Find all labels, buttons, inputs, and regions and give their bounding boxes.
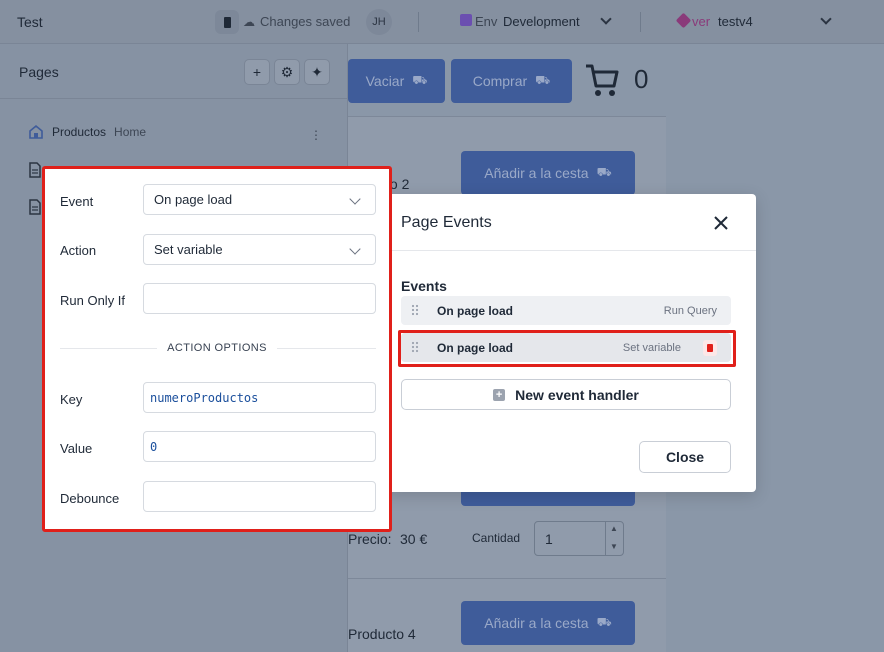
drag-handle-icon[interactable] <box>411 304 419 316</box>
divider <box>384 250 756 251</box>
chevron-up-icon[interactable]: ▲ <box>610 524 618 533</box>
cart-icon: ⛟ <box>535 73 551 87</box>
chevron-down-icon[interactable] <box>820 13 832 25</box>
page-item-productos[interactable]: Productos Home <box>28 124 146 140</box>
cart-icon <box>586 64 619 96</box>
version-icon <box>675 12 692 29</box>
divider <box>0 98 348 99</box>
debounce-field[interactable] <box>143 481 376 512</box>
highlight-box <box>398 330 736 367</box>
file-icon <box>29 199 41 215</box>
quantity-value: 1 <box>545 531 553 547</box>
page-item[interactable] <box>28 162 42 178</box>
chevron-down-icon[interactable]: ▼ <box>610 542 618 551</box>
version-selector[interactable]: testv4 <box>718 14 753 29</box>
file-icon <box>29 162 41 178</box>
event-action: Run Query <box>663 305 717 317</box>
new-event-handler-button[interactable]: + New event handler <box>401 379 731 410</box>
button-label: New event handler <box>515 386 639 403</box>
close-button[interactable]: Close <box>639 441 731 473</box>
divider <box>418 12 419 32</box>
chevron-down-icon[interactable] <box>600 13 612 25</box>
action-value: Set variable <box>154 242 223 257</box>
top-bar: Test ☁ Changes saved JH Env Development … <box>0 0 884 44</box>
app-title: Test <box>17 14 43 30</box>
button-label: Añadir a la cesta <box>484 165 589 181</box>
cart-count: 0 <box>634 64 649 94</box>
save-icon[interactable] <box>215 10 239 34</box>
event-handler-item[interactable]: On page load Run Query <box>401 296 731 325</box>
run-only-if-field[interactable] <box>143 283 376 314</box>
divider <box>640 12 641 32</box>
page-events-modal: Page Events Events On page load Run Quer… <box>384 194 756 492</box>
run-only-if-label: Run Only If <box>60 293 126 308</box>
page-item[interactable] <box>28 199 42 215</box>
env-label: Env <box>475 14 498 29</box>
pin-icon[interactable]: ✦ <box>304 59 330 85</box>
page-name: Productos <box>52 125 107 139</box>
chevron-down-icon <box>349 193 361 205</box>
event-editor-popover: Event On page load Action Set variable R… <box>42 166 392 532</box>
quantity-label: Cantidad <box>472 531 521 545</box>
add-to-cart-button[interactable]: Añadir a la cesta ⛟ <box>461 601 635 645</box>
plus-icon: + <box>493 388 506 401</box>
home-badge: Home <box>114 125 147 139</box>
cart-icon: ⛟ <box>412 73 428 87</box>
value-label: Value <box>60 441 93 456</box>
gear-icon[interactable]: ⚙ <box>274 59 300 85</box>
modal-title: Page Events <box>401 214 492 231</box>
action-select[interactable]: Set variable <box>143 234 376 265</box>
more-options-icon[interactable]: ⋮ <box>310 128 322 142</box>
action-label: Action <box>60 243 97 258</box>
vaciar-button[interactable]: Vaciar ⛟ <box>348 59 445 103</box>
add-page-button[interactable]: + <box>244 59 270 85</box>
price-value: 30 € <box>400 531 428 547</box>
events-heading: Events <box>401 278 447 294</box>
cloud-icon: ☁ <box>243 15 255 29</box>
key-label: Key <box>60 392 83 407</box>
event-label: Event <box>60 194 94 209</box>
save-status: Changes saved <box>260 14 351 29</box>
action-options-heading: ACTION OPTIONS <box>45 342 389 354</box>
debounce-label: Debounce <box>60 491 120 506</box>
cart-icon: ⛟ <box>596 165 612 179</box>
home-icon <box>29 124 43 139</box>
version-label: ver <box>692 14 711 29</box>
price-label: Precio: <box>348 531 392 547</box>
close-icon[interactable] <box>711 213 731 233</box>
env-icon <box>460 14 472 26</box>
event-name: On page load <box>437 304 514 318</box>
product-name: Producto 4 <box>348 626 416 642</box>
env-selector[interactable]: Development <box>503 14 580 29</box>
button-label: Vaciar <box>365 73 405 89</box>
cart-icon: ⛟ <box>596 615 612 629</box>
key-field[interactable]: numeroProductos <box>143 382 376 413</box>
button-label: Comprar <box>472 73 528 89</box>
event-select[interactable]: On page load <box>143 184 376 215</box>
chevron-down-icon <box>349 243 361 255</box>
pages-title: Pages <box>19 64 59 80</box>
comprar-button[interactable]: Comprar ⛟ <box>451 59 572 103</box>
button-label: Añadir a la cesta <box>484 615 589 631</box>
avatar[interactable]: JH <box>366 9 392 35</box>
add-to-cart-button[interactable]: Añadir a la cesta ⛟ <box>461 151 635 195</box>
value-field[interactable]: 0 <box>143 431 376 462</box>
quantity-stepper[interactable]: 1 ▲ ▼ <box>534 521 624 556</box>
event-value: On page load <box>154 192 233 207</box>
